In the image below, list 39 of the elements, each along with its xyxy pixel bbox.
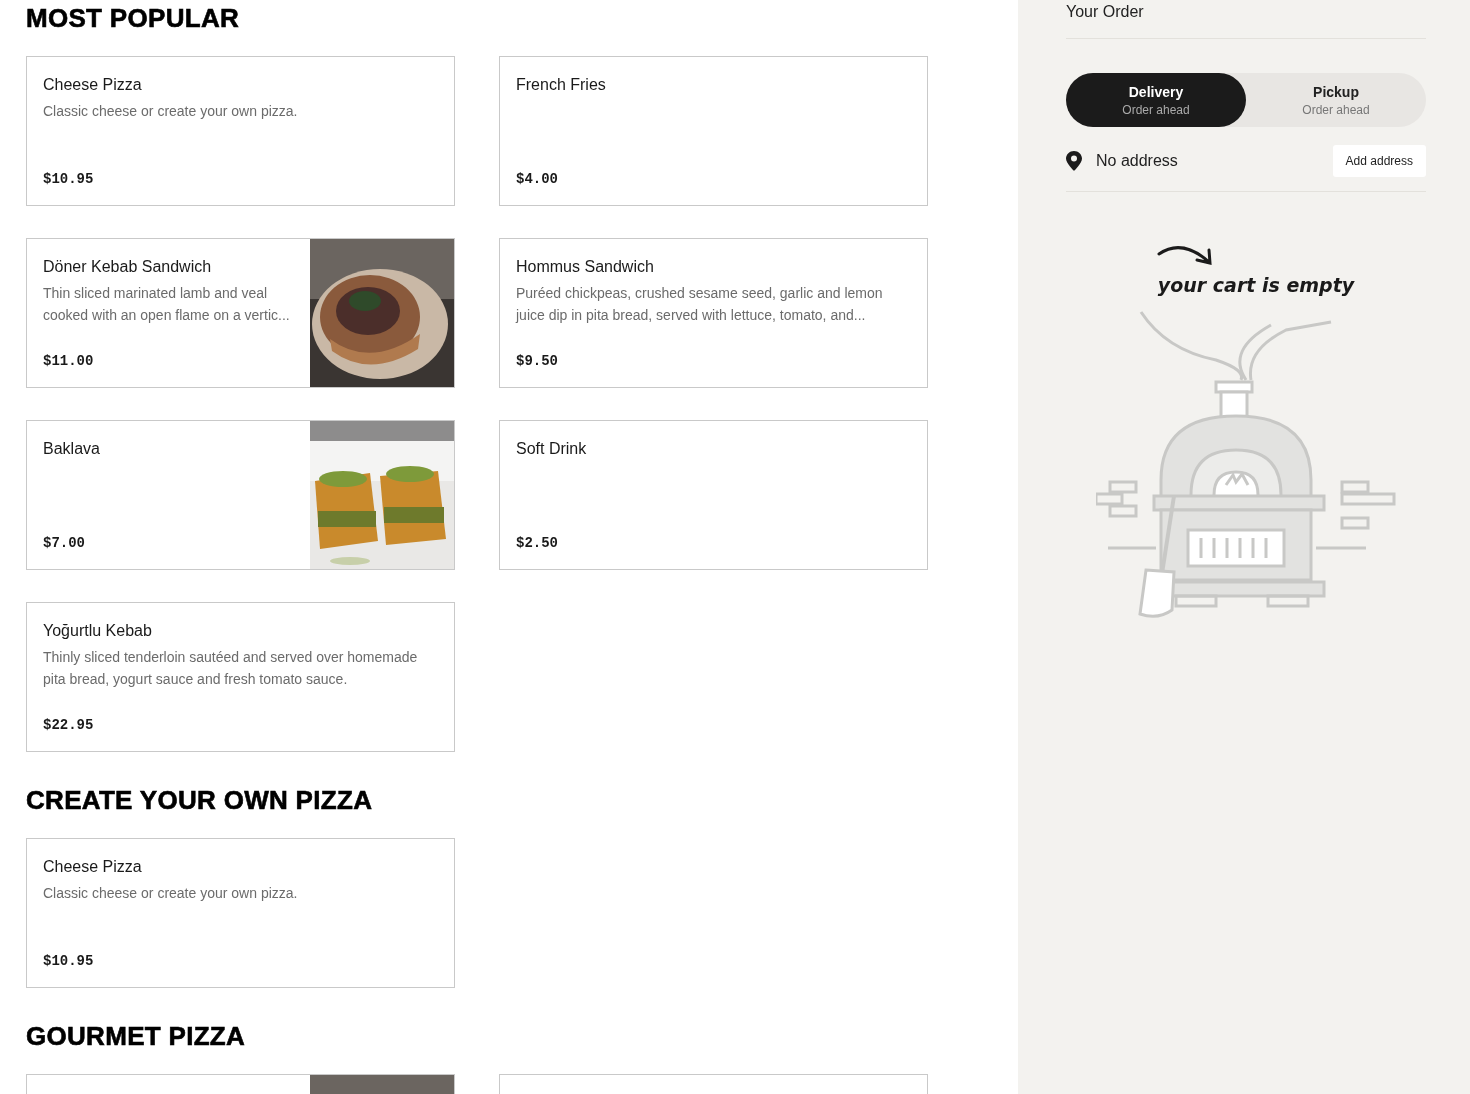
item-description: Classic cheese or create your own pizza. bbox=[43, 884, 299, 903]
menu-item-card[interactable]: Cheese Pizza Classic cheese or create your own pizza. $10.95 bbox=[26, 56, 455, 206]
item-price: $10.95 bbox=[43, 171, 95, 187]
menu-item-card[interactable]: Yoğurtlu Kebab Thinly sliced tenderloin sautéed and served over homemade pita bread, yogurt sauce and fresh tomato sauce. $22.95 bbox=[26, 602, 455, 752]
item-name: Cheese Pizza bbox=[43, 858, 143, 876]
item-name: Hommus Sandwich bbox=[516, 258, 655, 276]
section-heading: GOURMET PIZZA bbox=[26, 1020, 247, 1052]
item-price: $2.50 bbox=[516, 535, 559, 551]
item-name: French Fries bbox=[516, 76, 607, 94]
item-name: Baklava bbox=[43, 440, 101, 458]
item-name: Soft Drink bbox=[516, 440, 588, 458]
item-description: Classic cheese or create your own pizza. bbox=[43, 102, 299, 121]
menu-item-card[interactable]: Soft Drink $2.50 bbox=[499, 420, 928, 570]
item-description: Thinly sliced tenderloin sautéed and served over homemade pita bread, yogurt sauce and fresh tomato sauce. bbox=[43, 648, 419, 689]
item-price: $10.95 bbox=[43, 953, 95, 969]
item-name: Cheese Pizza bbox=[43, 76, 143, 94]
order-title: Your Order bbox=[1066, 3, 1426, 39]
item-description: Puréed chickpeas, crushed sesame seed, garlic and lemon juice dip in pita bread, served with lettuce, tomato, and... bbox=[516, 284, 884, 325]
item-price: $22.95 bbox=[43, 717, 95, 733]
item-description: Thin sliced marinated lamb and veal cooked with an open flame on a vertic... bbox=[43, 284, 291, 325]
location-pin-icon bbox=[1066, 151, 1082, 171]
order-mode-tab[interactable]: Delivery Order ahead bbox=[1066, 73, 1246, 127]
item-price: $7.00 bbox=[43, 535, 86, 551]
item-name: Döner Kebab Sandwich bbox=[43, 258, 213, 276]
menu-item-card[interactable]: Döner Kebab Sandwich Thin sliced marinated lamb and veal cooked with an open flame on a vertic... $11.00 bbox=[26, 238, 455, 388]
section-heading: MOST POPULAR bbox=[26, 2, 241, 34]
menu-item-card[interactable]: Hommus Sandwich Puréed chickpeas, crushed sesame seed, garlic and lemon juice dip in pita bread, served with lettuce, tomato, and... $9.50 bbox=[499, 238, 928, 388]
item-price: $9.50 bbox=[516, 353, 559, 369]
item-price: $11.00 bbox=[43, 353, 95, 369]
menu-item-card[interactable]: Cheese Pizza Classic cheese or create your own pizza. $10.95 bbox=[26, 838, 455, 988]
empty-cart-message: your cart is empty bbox=[1157, 274, 1355, 296]
menu-item-card[interactable]: Baklava $7.00 bbox=[26, 420, 455, 570]
item-name: Yoğurtlu Kebab bbox=[43, 622, 153, 640]
order-mode-tab[interactable]: Pickup Order ahead bbox=[1246, 73, 1426, 127]
section-heading: CREATE YOUR OWN PIZZA bbox=[26, 784, 374, 816]
address-label: No address bbox=[1096, 152, 1179, 170]
add-address-button[interactable]: Add address bbox=[1332, 145, 1426, 177]
menu-item-card[interactable]: French Fries $4.00 bbox=[499, 56, 928, 206]
item-price: $4.00 bbox=[516, 171, 559, 187]
